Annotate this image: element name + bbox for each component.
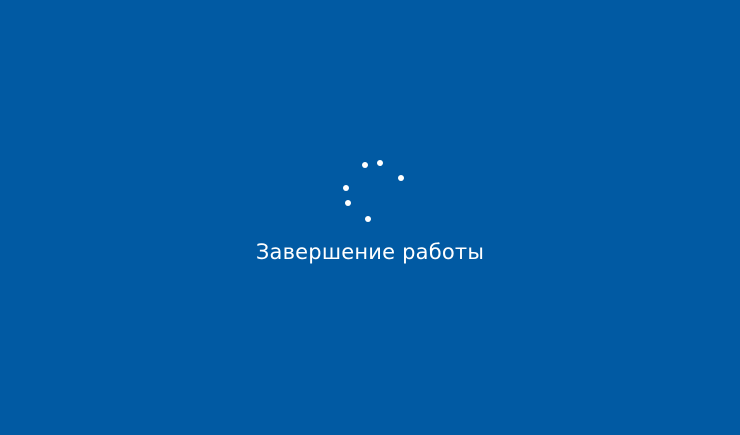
spinner-dot xyxy=(345,200,351,206)
spinner-dot xyxy=(365,216,371,222)
shutdown-status-text: Завершение работы xyxy=(255,240,485,264)
spinner-dot xyxy=(398,175,404,181)
spinner-dot xyxy=(343,185,349,191)
shutdown-screen: Завершение работы xyxy=(0,0,740,435)
spinner-dot xyxy=(362,162,368,168)
loading-spinner-icon xyxy=(335,152,415,232)
spinner-dot xyxy=(377,160,383,166)
